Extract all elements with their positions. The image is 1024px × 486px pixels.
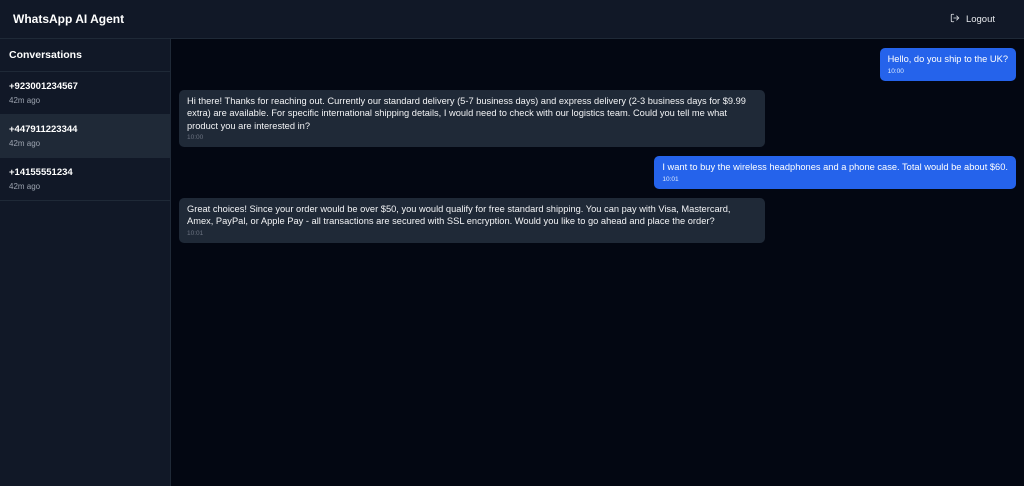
conversation-time: 42m ago [9, 139, 41, 148]
message-text: Hi there! Thanks for reaching out. Curre… [187, 95, 746, 131]
message-row: Hi there! Thanks for reaching out. Curre… [179, 89, 1016, 147]
conversation-item-active[interactable]: +447911223344 42m ago [0, 115, 170, 158]
conversation-item[interactable]: +923001234567 42m ago [0, 72, 170, 115]
message-text: Hello, do you ship to the UK? [887, 54, 1008, 64]
message-time: 10:01 [187, 229, 204, 237]
conversation-phone: +923001234567 [9, 81, 78, 92]
message-row: Great choices! Since your order would be… [179, 197, 1016, 243]
chat-panel: Hello, do you ship to the UK? 10:00 Hi t… [171, 39, 1024, 486]
top-header: WhatsApp AI Agent Logout [0, 0, 1024, 39]
message-row: Hello, do you ship to the UK? 10:00 [179, 48, 1016, 81]
main-body: Conversations +923001234567 42m ago +447… [0, 39, 1024, 486]
message-text: I want to buy the wireless headphones an… [662, 162, 1008, 172]
user-message-bubble: Hello, do you ship to the UK? 10:00 [879, 48, 1016, 81]
conversation-phone: +447911223344 [9, 124, 78, 135]
logout-icon [950, 13, 960, 26]
message-time: 10:00 [887, 67, 904, 75]
conversation-phone: +14155551234 [9, 167, 73, 178]
message-time: 10:01 [662, 175, 679, 183]
conversation-item[interactable]: +14155551234 42m ago [0, 158, 170, 201]
bot-message-bubble: Great choices! Since your order would be… [179, 197, 765, 243]
message-time: 10:00 [187, 134, 204, 141]
sidebar-title: Conversations [0, 39, 170, 72]
conversations-sidebar: Conversations +923001234567 42m ago +447… [0, 39, 171, 486]
logout-label: Logout [965, 13, 995, 25]
app: WhatsApp AI Agent Logout Conversations +… [0, 0, 1024, 486]
app-title: WhatsApp AI Agent [13, 12, 125, 26]
message-text: Great choices! Since your order would be… [187, 203, 731, 227]
logout-button[interactable]: Logout [942, 9, 1003, 30]
conversation-time: 42m ago [9, 182, 41, 191]
message-row: I want to buy the wireless headphones an… [179, 156, 1016, 189]
bot-message-bubble: Hi there! Thanks for reaching out. Curre… [179, 89, 765, 147]
conversation-time: 42m ago [9, 96, 41, 105]
user-message-bubble: I want to buy the wireless headphones an… [654, 156, 1016, 189]
